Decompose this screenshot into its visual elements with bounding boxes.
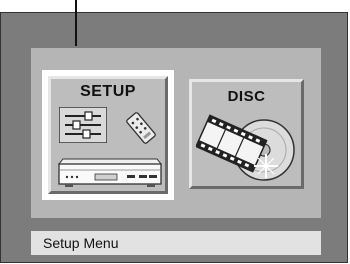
- dvd-player-icon: [57, 158, 163, 187]
- setup-menu-button[interactable]: SETUP: [42, 70, 174, 200]
- tv-screen: SETUP DISC Setup Menu: [0, 12, 348, 263]
- callout-line: [75, 0, 77, 46]
- setup-label: SETUP: [80, 83, 136, 100]
- equalizer-icon: [59, 107, 107, 143]
- main-menu-panel: SETUP DISC: [31, 48, 321, 218]
- disc-menu-button[interactable]: DISC: [189, 79, 304, 189]
- status-bar: Setup Menu: [31, 231, 321, 255]
- disc-label: DISC: [227, 88, 266, 105]
- setup-tile-face: SETUP: [48, 76, 168, 194]
- film-disc-icon: [196, 114, 295, 181]
- remote-control-icon: [126, 112, 156, 144]
- status-text: Setup Menu: [43, 235, 119, 251]
